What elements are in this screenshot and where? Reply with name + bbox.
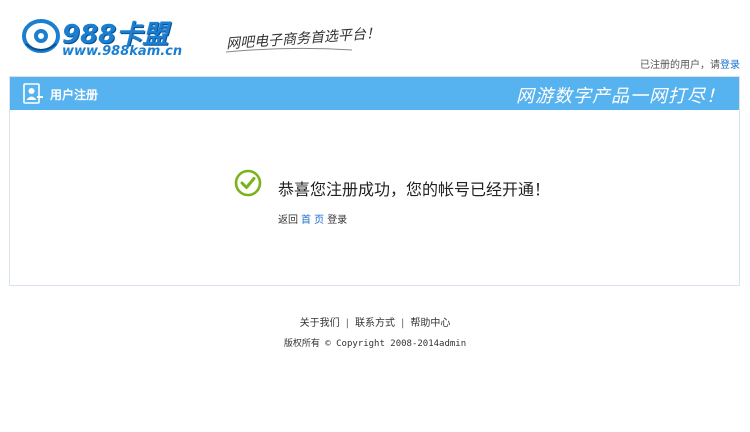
user-register-icon [23, 83, 43, 104]
return-label: 返回 [278, 215, 298, 226]
panel-header-bar: 用户注册 网游数字产品一网打尽！ [10, 77, 739, 110]
home-link[interactable]: 首 页 [301, 215, 324, 226]
footer-link-about[interactable]: 关于我们 [300, 318, 340, 329]
success-message: 恭喜您注册成功，您的帐号已经开通！ [278, 180, 551, 199]
footer-separator: | [401, 318, 405, 329]
panel-motto: 网游数字产品一网打尽！ [516, 86, 725, 107]
site-logo[interactable]: 988卡盟 www.988kam.cn [22, 14, 182, 64]
eye-logo-icon [22, 19, 60, 53]
panel-title: 用户注册 [50, 88, 99, 102]
footer-links: 关于我们 | 联系方式 | 帮助中心 [0, 314, 750, 329]
copyright: 版权所有 © Copyright 2008-2014admin [0, 336, 750, 349]
login-hint: 已注册的用户，请登录 [640, 56, 740, 71]
copyright-en: © Copyright 2008-2014admin [325, 339, 467, 349]
footer-link-help[interactable]: 帮助中心 [410, 318, 450, 329]
slogan-underline [225, 47, 353, 53]
login-hint-text: 已注册的用户，请 [640, 60, 720, 71]
footer-link-contact[interactable]: 联系方式 [355, 318, 395, 329]
check-circle-icon [234, 169, 262, 197]
footer-separator: | [345, 318, 349, 329]
panel-login-link[interactable]: 登录 [327, 215, 347, 226]
copyright-cn: 版权所有 [283, 339, 320, 349]
register-panel: 用户注册 网游数字产品一网打尽！ 恭喜您注册成功，您的帐号已经开通！ 返回首 页… [9, 76, 740, 286]
header-login-link[interactable]: 登录 [720, 60, 740, 71]
logo-url: www.988kam.cn [62, 44, 183, 59]
return-row: 返回首 页登录 [278, 211, 350, 226]
